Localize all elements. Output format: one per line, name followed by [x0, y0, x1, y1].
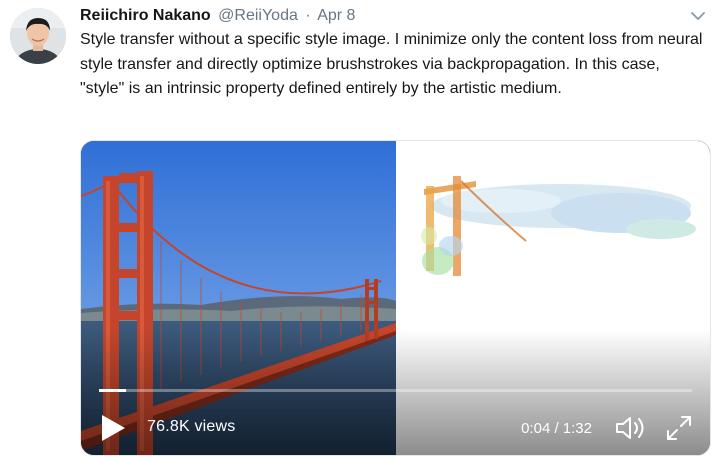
author-name[interactable]: Reiichiro Nakano — [80, 7, 211, 24]
video-frame — [81, 141, 710, 455]
tweet-text: Style transfer without a specific style … — [80, 31, 703, 97]
volume-icon[interactable] — [614, 413, 648, 443]
tweet-header: Reiichiro Nakano @ReiiYoda · Apr 8 — [80, 6, 355, 26]
author-handle[interactable]: @ReiiYoda — [218, 7, 298, 24]
view-count: 76.8K views — [147, 418, 236, 435]
separator-dot: · — [305, 7, 311, 24]
video-time: 0:04 / 1:32 — [521, 420, 592, 437]
avatar[interactable] — [10, 8, 66, 64]
tweet-date[interactable]: Apr 8 — [317, 7, 355, 24]
video-player[interactable]: 76.8K views 0:04 / 1:32 — [80, 140, 711, 456]
fullscreen-icon[interactable] — [664, 413, 694, 443]
chevron-down-icon[interactable] — [688, 6, 708, 26]
progress-fill — [99, 389, 126, 392]
play-icon[interactable] — [99, 413, 127, 443]
progress-track[interactable] — [99, 389, 692, 392]
